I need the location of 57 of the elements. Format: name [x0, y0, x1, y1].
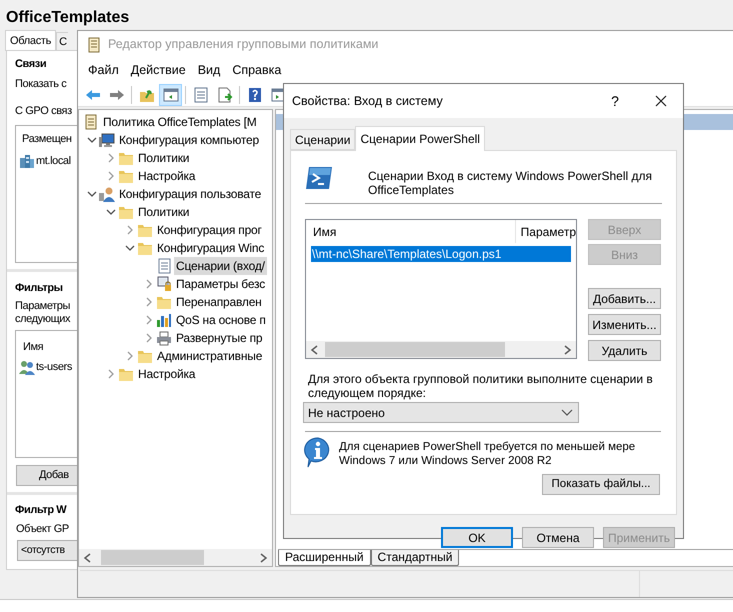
list-item[interactable]: ts-users	[36, 359, 72, 376]
tab[interactable]: Стандартный	[370, 550, 460, 566]
dialog-title: Свойства: Вход в систему	[292, 92, 443, 110]
menu-item[interactable]: Вид	[192, 61, 226, 80]
menu-item[interactable]: Действие	[124, 61, 192, 80]
column-header: Имя	[23, 340, 44, 355]
tree-item[interactable]: Настройка	[136, 167, 198, 185]
tab[interactable]: Сценарии PowerShell	[355, 126, 485, 151]
tree-item[interactable]: Административные	[155, 347, 264, 365]
column-header: Размещен	[22, 132, 72, 147]
header-text: Сценарии Вход в систему Windows PowerShell для OfficeTemplates	[368, 169, 653, 197]
window-title: Редактор управления групповыми политиками	[108, 36, 378, 54]
description-text: Параметры	[15, 300, 70, 313]
description-text: следующих	[15, 313, 70, 326]
tree-item[interactable]: Конфигурация компьютер	[117, 131, 261, 149]
info-text: Для сценариев PowerShell требуется по меньшей мере Windows 7 или Windows Server 2008 R2	[339, 440, 636, 468]
dialog-button[interactable]: Отмена	[522, 527, 594, 548]
tab[interactable]: Область	[5, 30, 56, 51]
tree-item[interactable]: Политика OfficeTemplates [M	[101, 113, 259, 131]
tree-item[interactable]: Конфигурация пользовате	[117, 185, 264, 203]
list-item[interactable]: mt.local	[36, 153, 71, 170]
column-header[interactable]: Имя	[306, 220, 516, 243]
section-heading: Связи	[15, 57, 46, 72]
description-text: Объект GP	[16, 522, 69, 537]
help-button[interactable]: ?	[603, 89, 627, 113]
instruction-text: Для этого объекта групповой политики выполните сценарии в следующем порядке:	[308, 372, 654, 400]
tree-item[interactable]: Настройка	[136, 365, 198, 383]
side-button[interactable]: Изменить...	[588, 314, 661, 335]
add-button[interactable]: Добав	[16, 465, 77, 486]
section-heading: Фильтры	[15, 281, 63, 296]
dropdown-value: Не настроено	[308, 404, 385, 422]
section-heading: Фильтр W	[15, 503, 66, 518]
tree-item[interactable]: Политики	[136, 149, 192, 167]
tree-item[interactable]: QoS на основе п	[174, 311, 268, 329]
tab[interactable]: Сценарии	[290, 129, 356, 150]
column-header[interactable]: Параметр	[516, 222, 576, 240]
menu-item[interactable]: Справка	[226, 61, 288, 80]
side-button[interactable]: Удалить	[588, 340, 661, 361]
dropdown[interactable]: Не настроено	[303, 402, 579, 423]
tree-item[interactable]: Развернутые пр	[174, 329, 264, 347]
window-title: OfficeTemplates	[6, 8, 130, 28]
dropdown[interactable]: <отсутств	[17, 540, 77, 561]
description-text: Показать с	[15, 77, 66, 92]
tree-item[interactable]: Конфигурация прог	[155, 221, 264, 239]
tree-item[interactable]: Конфигурация Winc	[155, 239, 266, 257]
tree-item[interactable]: Политики	[136, 203, 192, 221]
tree-item[interactable]: Параметры безс	[174, 275, 268, 293]
dialog-button[interactable]: OK	[441, 527, 513, 548]
tab[interactable]: С	[56, 32, 68, 51]
label: С GPO связ	[15, 104, 72, 119]
side-button[interactable]: Добавить...	[588, 288, 661, 309]
tree-item[interactable]: Сценарии (вход/	[174, 257, 267, 275]
tree-item[interactable]: Перенаправлен	[174, 293, 264, 311]
show-files-button[interactable]: Показать файлы...	[542, 474, 660, 495]
list-row[interactable]: \\mt-nc\Share\Templates\Logon.ps1	[311, 246, 571, 262]
menu-item[interactable]: Файл	[82, 61, 125, 80]
tab[interactable]: Расширенный	[278, 550, 371, 566]
